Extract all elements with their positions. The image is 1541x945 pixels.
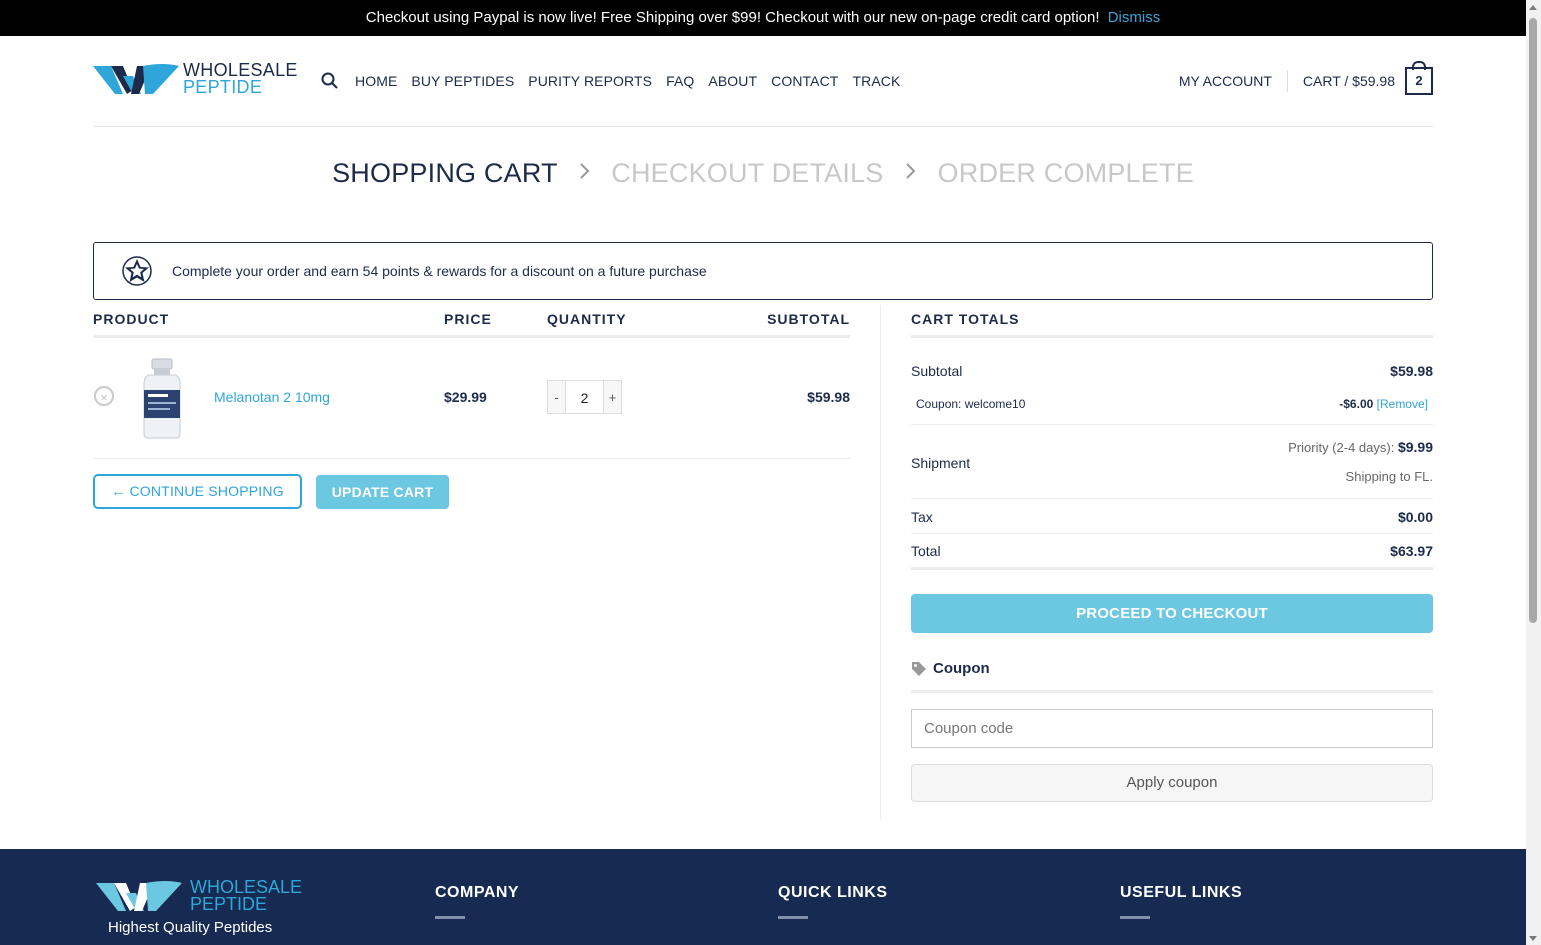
checkout-steps: SHOPPING CART CHECKOUT DETAILS ORDER COM…	[0, 158, 1526, 189]
proceed-to-checkout-button[interactable]: PROCEED TO CHECKOUT	[911, 594, 1433, 633]
footer-col-underline	[1120, 916, 1150, 919]
applied-coupon-label: Coupon: welcome10	[916, 397, 1026, 411]
coupon-heading: Coupon	[911, 660, 990, 677]
scrollbar-thumb[interactable]	[1529, 18, 1537, 623]
tax-label: Tax	[911, 509, 933, 525]
totals-divider	[911, 498, 1433, 499]
quantity-input[interactable]: 2	[566, 380, 603, 414]
store-notice-bar: Checkout using Paypal is now live! Free …	[0, 0, 1526, 36]
continue-shopping-button[interactable]: ← CONTINUE SHOPPING	[93, 474, 302, 509]
footer-col-quick-links-title: QUICK LINKS	[778, 884, 888, 901]
update-cart-button[interactable]: UPDATE CART	[316, 475, 449, 509]
column-header-product: PRODUCT	[93, 311, 170, 327]
tag-icon	[912, 661, 926, 676]
shipping-destination: Shipping to FL.	[1345, 469, 1433, 484]
logo-mark-icon	[93, 64, 179, 94]
cart-link[interactable]: CART / $59.98	[1303, 73, 1395, 89]
footer-logo-wordmark: WHOLESALE PEPTIDE	[190, 878, 302, 914]
subtotal-label: Subtotal	[911, 363, 963, 379]
site-logo[interactable]: WHOLESALE PEPTIDE	[93, 61, 298, 102]
product-thumbnail[interactable]	[140, 358, 184, 440]
apply-coupon-button[interactable]: Apply coupon	[911, 764, 1433, 802]
remove-coupon-link[interactable]: [Remove]	[1377, 397, 1428, 411]
coupon-discount-amount: -$6.00	[1339, 397, 1374, 411]
logo-line2: PEPTIDE	[183, 77, 263, 97]
coupon-divider	[911, 690, 1433, 693]
cart-totals-heading: CART TOTALS	[911, 311, 1020, 327]
totals-divider	[911, 533, 1433, 534]
step-checkout-details[interactable]: CHECKOUT DETAILS	[611, 158, 883, 188]
applied-coupon-row: Coupon: welcome10 -$6.00 [Remove]	[911, 387, 1433, 423]
table-header-divider	[93, 335, 850, 338]
total-label: Total	[911, 543, 941, 559]
header-right: MY ACCOUNT CART / $59.98 2	[1179, 36, 1433, 126]
nav-item-home[interactable]: HOME	[355, 73, 397, 89]
line-subtotal: $59.98	[807, 389, 850, 405]
product-name-link[interactable]: Melanotan 2 10mg	[214, 389, 330, 405]
shipping-option-label: Priority (2-4 days):	[1288, 440, 1395, 455]
quantity-decrease-button[interactable]: -	[547, 380, 566, 414]
step-order-complete: ORDER COMPLETE	[937, 158, 1194, 188]
vertical-scrollbar[interactable]	[1526, 0, 1541, 945]
totals-header-divider	[911, 335, 1433, 338]
tax-value: $0.00	[1397, 509, 1433, 525]
footer-col-useful-links-title: USEFUL LINKS	[1120, 884, 1243, 901]
column-header-price: PRICE	[444, 311, 492, 327]
shipping-option: Priority (2-4 days): $9.99	[1288, 439, 1433, 455]
column-header-quantity: QUANTITY	[547, 311, 627, 327]
store-notice-text: Checkout using Paypal is now live! Free …	[365, 9, 1100, 26]
my-account-link[interactable]: MY ACCOUNT	[1179, 70, 1288, 92]
site-footer: WHOLESALE PEPTIDE Highest Quality Peptid…	[0, 849, 1526, 945]
footer-col-useful-links: USEFUL LINKS	[1120, 884, 1242, 919]
main-nav: HOME BUY PEPTIDES PURITY REPORTS FAQ ABO…	[321, 36, 900, 126]
search-icon[interactable]	[321, 72, 339, 90]
nav-item-purity-reports[interactable]: PURITY REPORTS	[528, 73, 652, 89]
footer-tagline: Highest Quality Peptides	[108, 919, 273, 936]
logo-mark-icon	[96, 881, 182, 911]
star-badge-icon	[122, 256, 152, 286]
shipping-option-price: $9.99	[1397, 439, 1433, 455]
step-shopping-cart[interactable]: SHOPPING CART	[332, 158, 557, 188]
remove-item-button[interactable]: ×	[94, 386, 114, 406]
footer-col-company-title: COMPANY	[435, 884, 520, 901]
footer-col-quick-links: QUICK LINKS	[778, 884, 888, 919]
chevron-right-icon	[579, 160, 597, 185]
chevron-right-icon	[905, 160, 923, 185]
column-divider	[880, 305, 881, 820]
row-divider	[93, 458, 850, 459]
totals-bottom-divider	[911, 567, 1433, 570]
rewards-notice: Complete your order and earn 54 points &…	[93, 242, 1433, 300]
subtotal-value: $59.98	[1390, 363, 1433, 379]
footer-logo[interactable]: WHOLESALE PEPTIDE	[94, 878, 314, 915]
column-header-subtotal: SUBTOTAL	[767, 311, 850, 327]
shipment-label: Shipment	[911, 455, 971, 471]
cart-count-badge[interactable]: 2	[1405, 61, 1433, 95]
nav-item-track[interactable]: TRACK	[852, 73, 900, 89]
dismiss-link[interactable]: Dismiss	[1108, 9, 1161, 26]
coupon-heading-text: Coupon	[933, 660, 990, 677]
quantity-stepper: - 2 +	[547, 380, 622, 414]
nav-item-contact[interactable]: CONTACT	[771, 73, 838, 89]
logo-wordmark: WHOLESALE PEPTIDE	[183, 61, 298, 97]
coupon-code-input[interactable]	[911, 709, 1433, 748]
totals-divider	[911, 424, 1433, 425]
footer-col-underline	[778, 916, 808, 919]
page: Checkout using Paypal is now live! Free …	[0, 0, 1526, 945]
scroll-down-arrow-icon[interactable]	[1529, 936, 1537, 941]
nav-item-buy-peptides[interactable]: BUY PEPTIDES	[411, 73, 514, 89]
site-header: WHOLESALE PEPTIDE HOME BUY PEPTIDES PURI…	[93, 36, 1433, 127]
quantity-increase-button[interactable]: +	[603, 380, 622, 414]
nav-item-faq[interactable]: FAQ	[666, 73, 694, 89]
product-price: $29.99	[444, 389, 487, 405]
nav-item-about[interactable]: ABOUT	[708, 73, 757, 89]
applied-coupon-value: -$6.00 [Remove]	[1339, 397, 1428, 411]
footer-col-underline	[435, 916, 465, 919]
footer-col-company: COMPANY	[435, 884, 519, 919]
rewards-text: Complete your order and earn 54 points &…	[172, 263, 707, 279]
footer-logo-line2: PEPTIDE	[190, 894, 268, 914]
scroll-up-arrow-icon[interactable]	[1529, 5, 1537, 10]
total-value: $63.97	[1390, 543, 1433, 559]
